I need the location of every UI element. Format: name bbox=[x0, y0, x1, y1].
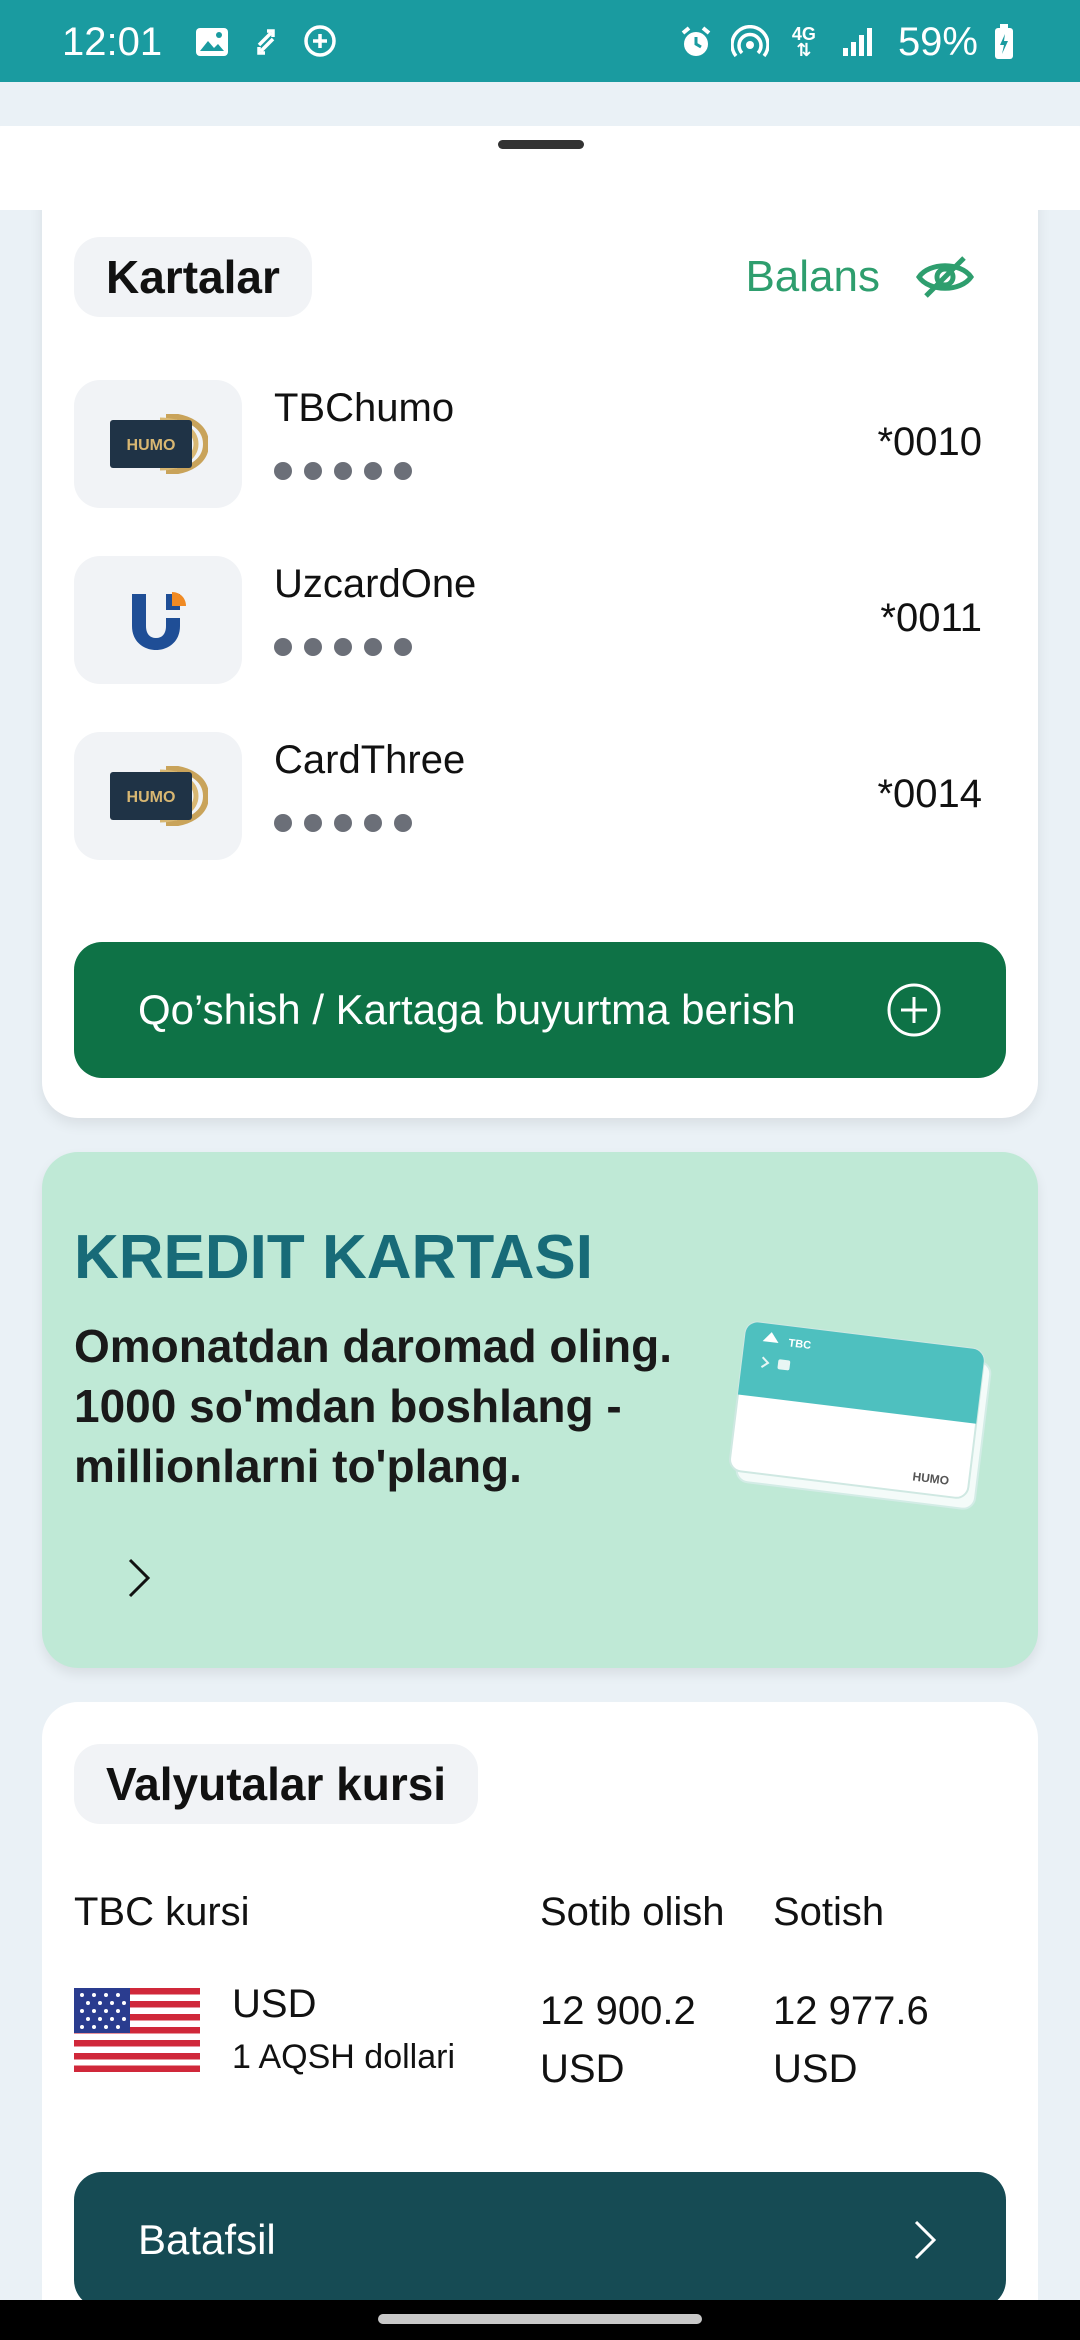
add-circle-icon bbox=[300, 22, 340, 62]
currency-panel: Valyutalar kursi TBC kursi Sotib olish S… bbox=[42, 1702, 1038, 2340]
promo-banner[interactable]: KREDIT KARTASI Omonatdan daromad oling. … bbox=[42, 1152, 1038, 1668]
card-number: *0014 bbox=[877, 772, 982, 816]
uzcard-logo-icon bbox=[74, 556, 242, 684]
card-name: TBChumo bbox=[274, 386, 455, 430]
humo-card-icon: HUMO bbox=[74, 732, 242, 860]
hidden-balance-dots bbox=[274, 638, 424, 656]
network-4g-icon: 4G ⇅ bbox=[791, 24, 816, 60]
card-item-cardthree[interactable]: HUMO CardThree *0014 bbox=[74, 732, 1004, 860]
image-icon bbox=[192, 22, 232, 62]
card-number: *0010 bbox=[877, 420, 982, 464]
card-item-tbchumo[interactable]: HUMO TBChumo *0010 bbox=[74, 380, 1004, 508]
currency-code: USD bbox=[232, 1982, 317, 2026]
chevron-right-icon[interactable] bbox=[118, 1550, 158, 1606]
home-gesture-bar[interactable] bbox=[378, 2314, 702, 2324]
chevron-right-icon bbox=[914, 2220, 937, 2260]
svg-text:HUMO: HUMO bbox=[127, 437, 176, 454]
hidden-balance-dots bbox=[274, 462, 424, 480]
data-arrows-icon: ⇅ bbox=[796, 40, 812, 60]
eye-hidden-icon bbox=[916, 256, 974, 298]
balance-toggle[interactable]: Balans bbox=[745, 252, 974, 302]
cards-panel: Kartalar Balans HUMO TBChumo *0010 Uzcar… bbox=[42, 160, 1038, 1118]
currency-name: 1 AQSH dollari bbox=[232, 2038, 455, 2076]
system-nav-bar bbox=[0, 2300, 1080, 2340]
status-bar: 12:01 4G ⇅ 59% bbox=[0, 0, 1080, 84]
details-label: Batafsil bbox=[138, 2216, 276, 2263]
bottom-sheet-header bbox=[0, 82, 1080, 210]
promo-text: Omonatdan daromad oling. 1000 so'mdan bo… bbox=[74, 1320, 673, 1492]
battery-icon bbox=[984, 22, 1024, 62]
buy-header: Sotib olish bbox=[540, 1890, 725, 1934]
card-item-uzcardone[interactable]: UzcardOne *0011 bbox=[74, 556, 1004, 684]
buy-rate: 12 900.2 USD bbox=[540, 1989, 696, 2091]
status-time: 12:01 bbox=[62, 19, 163, 64]
add-card-label: Qo’shish / Kartaga buyurtma berish bbox=[138, 986, 796, 1033]
hidden-balance-dots bbox=[274, 814, 424, 832]
sell-header: Sotish bbox=[773, 1890, 885, 1934]
card-number: *0011 bbox=[880, 596, 982, 640]
promo-title: KREDIT KARTASI bbox=[74, 1223, 593, 1292]
cards-title: Kartalar bbox=[74, 237, 312, 317]
transfer-icon bbox=[246, 22, 286, 62]
humo-card-icon: HUMO bbox=[74, 380, 242, 508]
balance-label: Balans bbox=[745, 252, 880, 301]
us-flag-icon bbox=[74, 1988, 200, 2072]
signal-icon bbox=[838, 22, 878, 62]
card-name: UzcardOne bbox=[274, 562, 477, 606]
card-name: CardThree bbox=[274, 738, 466, 782]
rate-header: TBC kursi bbox=[74, 1890, 250, 1934]
hotspot-icon bbox=[730, 22, 770, 62]
credit-card-illustration: TBC HUMO bbox=[729, 1321, 992, 1510]
alarm-icon bbox=[676, 22, 716, 62]
drag-handle[interactable] bbox=[498, 140, 584, 149]
battery-percent: 59% bbox=[897, 19, 978, 64]
sell-rate: 12 977.6 USD bbox=[773, 1989, 929, 2091]
currency-title: Valyutalar kursi bbox=[74, 1744, 479, 1824]
details-button[interactable]: Batafsil bbox=[74, 2172, 1006, 2308]
add-card-button[interactable]: Qo’shish / Kartaga buyurtma berish bbox=[74, 942, 1006, 1078]
plus-circle-icon bbox=[887, 983, 941, 1037]
app-screen: 12:01 4G ⇅ 59% Kartalar Balans HUMO TBCh… bbox=[0, 0, 1080, 2340]
svg-text:HUMO: HUMO bbox=[127, 789, 176, 806]
